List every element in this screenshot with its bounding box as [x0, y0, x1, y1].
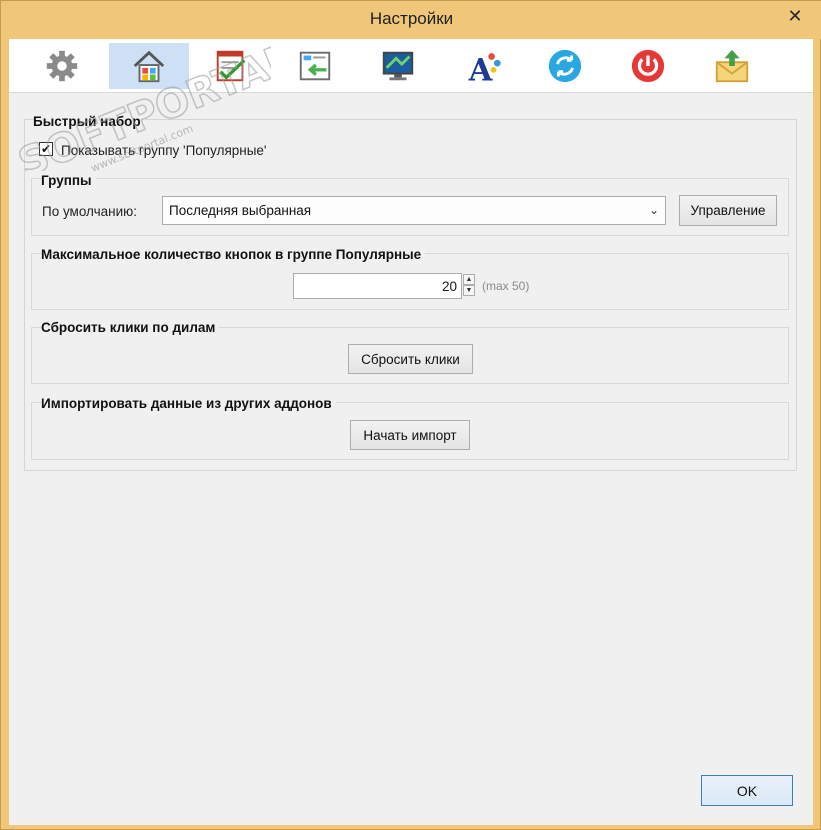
max-buttons-input[interactable]: 20 — [293, 273, 462, 299]
home-icon[interactable] — [109, 43, 189, 89]
window-title: Настройки — [369, 9, 454, 28]
default-group-select[interactable]: Последняя выбранная ⌄ — [162, 196, 666, 225]
speed-dial-title: Быстрый набор — [33, 114, 145, 129]
max-buttons-stepper[interactable]: ▲ ▼ — [463, 274, 475, 296]
import-arrow-icon[interactable] — [291, 43, 339, 89]
default-group-value: Последняя выбранная — [169, 203, 312, 218]
power-icon[interactable] — [624, 43, 672, 89]
title-bar[interactable]: Настройки ✕ — [1, 1, 821, 39]
stepper-down-icon[interactable]: ▼ — [463, 285, 475, 296]
show-popular-checkbox[interactable]: ✔ — [39, 142, 53, 156]
stepper-up-icon[interactable]: ▲ — [463, 274, 475, 285]
close-button[interactable]: ✕ — [773, 1, 817, 31]
client-area: A Быстрый набор ✔ Показывать группу 'Поп… — [9, 39, 813, 825]
show-popular-label: Показывать группу 'Популярные' — [61, 143, 267, 158]
chevron-down-icon: ⌄ — [648, 203, 659, 217]
sync-icon[interactable] — [541, 43, 589, 89]
groups-title: Группы — [41, 173, 96, 188]
reset-clicks-title: Сбросить клики по дилам — [41, 320, 220, 335]
max-buttons-hint: (max 50) — [482, 279, 530, 293]
checklist-icon[interactable] — [207, 43, 255, 89]
start-import-button[interactable]: Начать импорт — [350, 420, 470, 450]
settings-window: Настройки ✕ A Быстрый набор ✔ Показывать… — [0, 0, 821, 830]
toolbar: A — [9, 39, 813, 93]
close-icon: ✕ — [787, 5, 803, 26]
gear-icon[interactable] — [38, 43, 86, 89]
ok-button[interactable]: OK — [701, 775, 793, 806]
mail-upload-icon[interactable] — [708, 43, 756, 89]
max-buttons-title: Максимальное количество кнопок в группе … — [41, 247, 426, 262]
manage-button[interactable]: Управление — [679, 195, 777, 226]
reset-clicks-button[interactable]: Сбросить клики — [348, 344, 473, 374]
font-icon[interactable]: A — [460, 43, 508, 89]
import-title: Импортировать данные из других аддонов — [41, 396, 336, 411]
monitor-icon[interactable] — [374, 43, 422, 89]
default-label: По умолчанию: — [42, 204, 138, 219]
